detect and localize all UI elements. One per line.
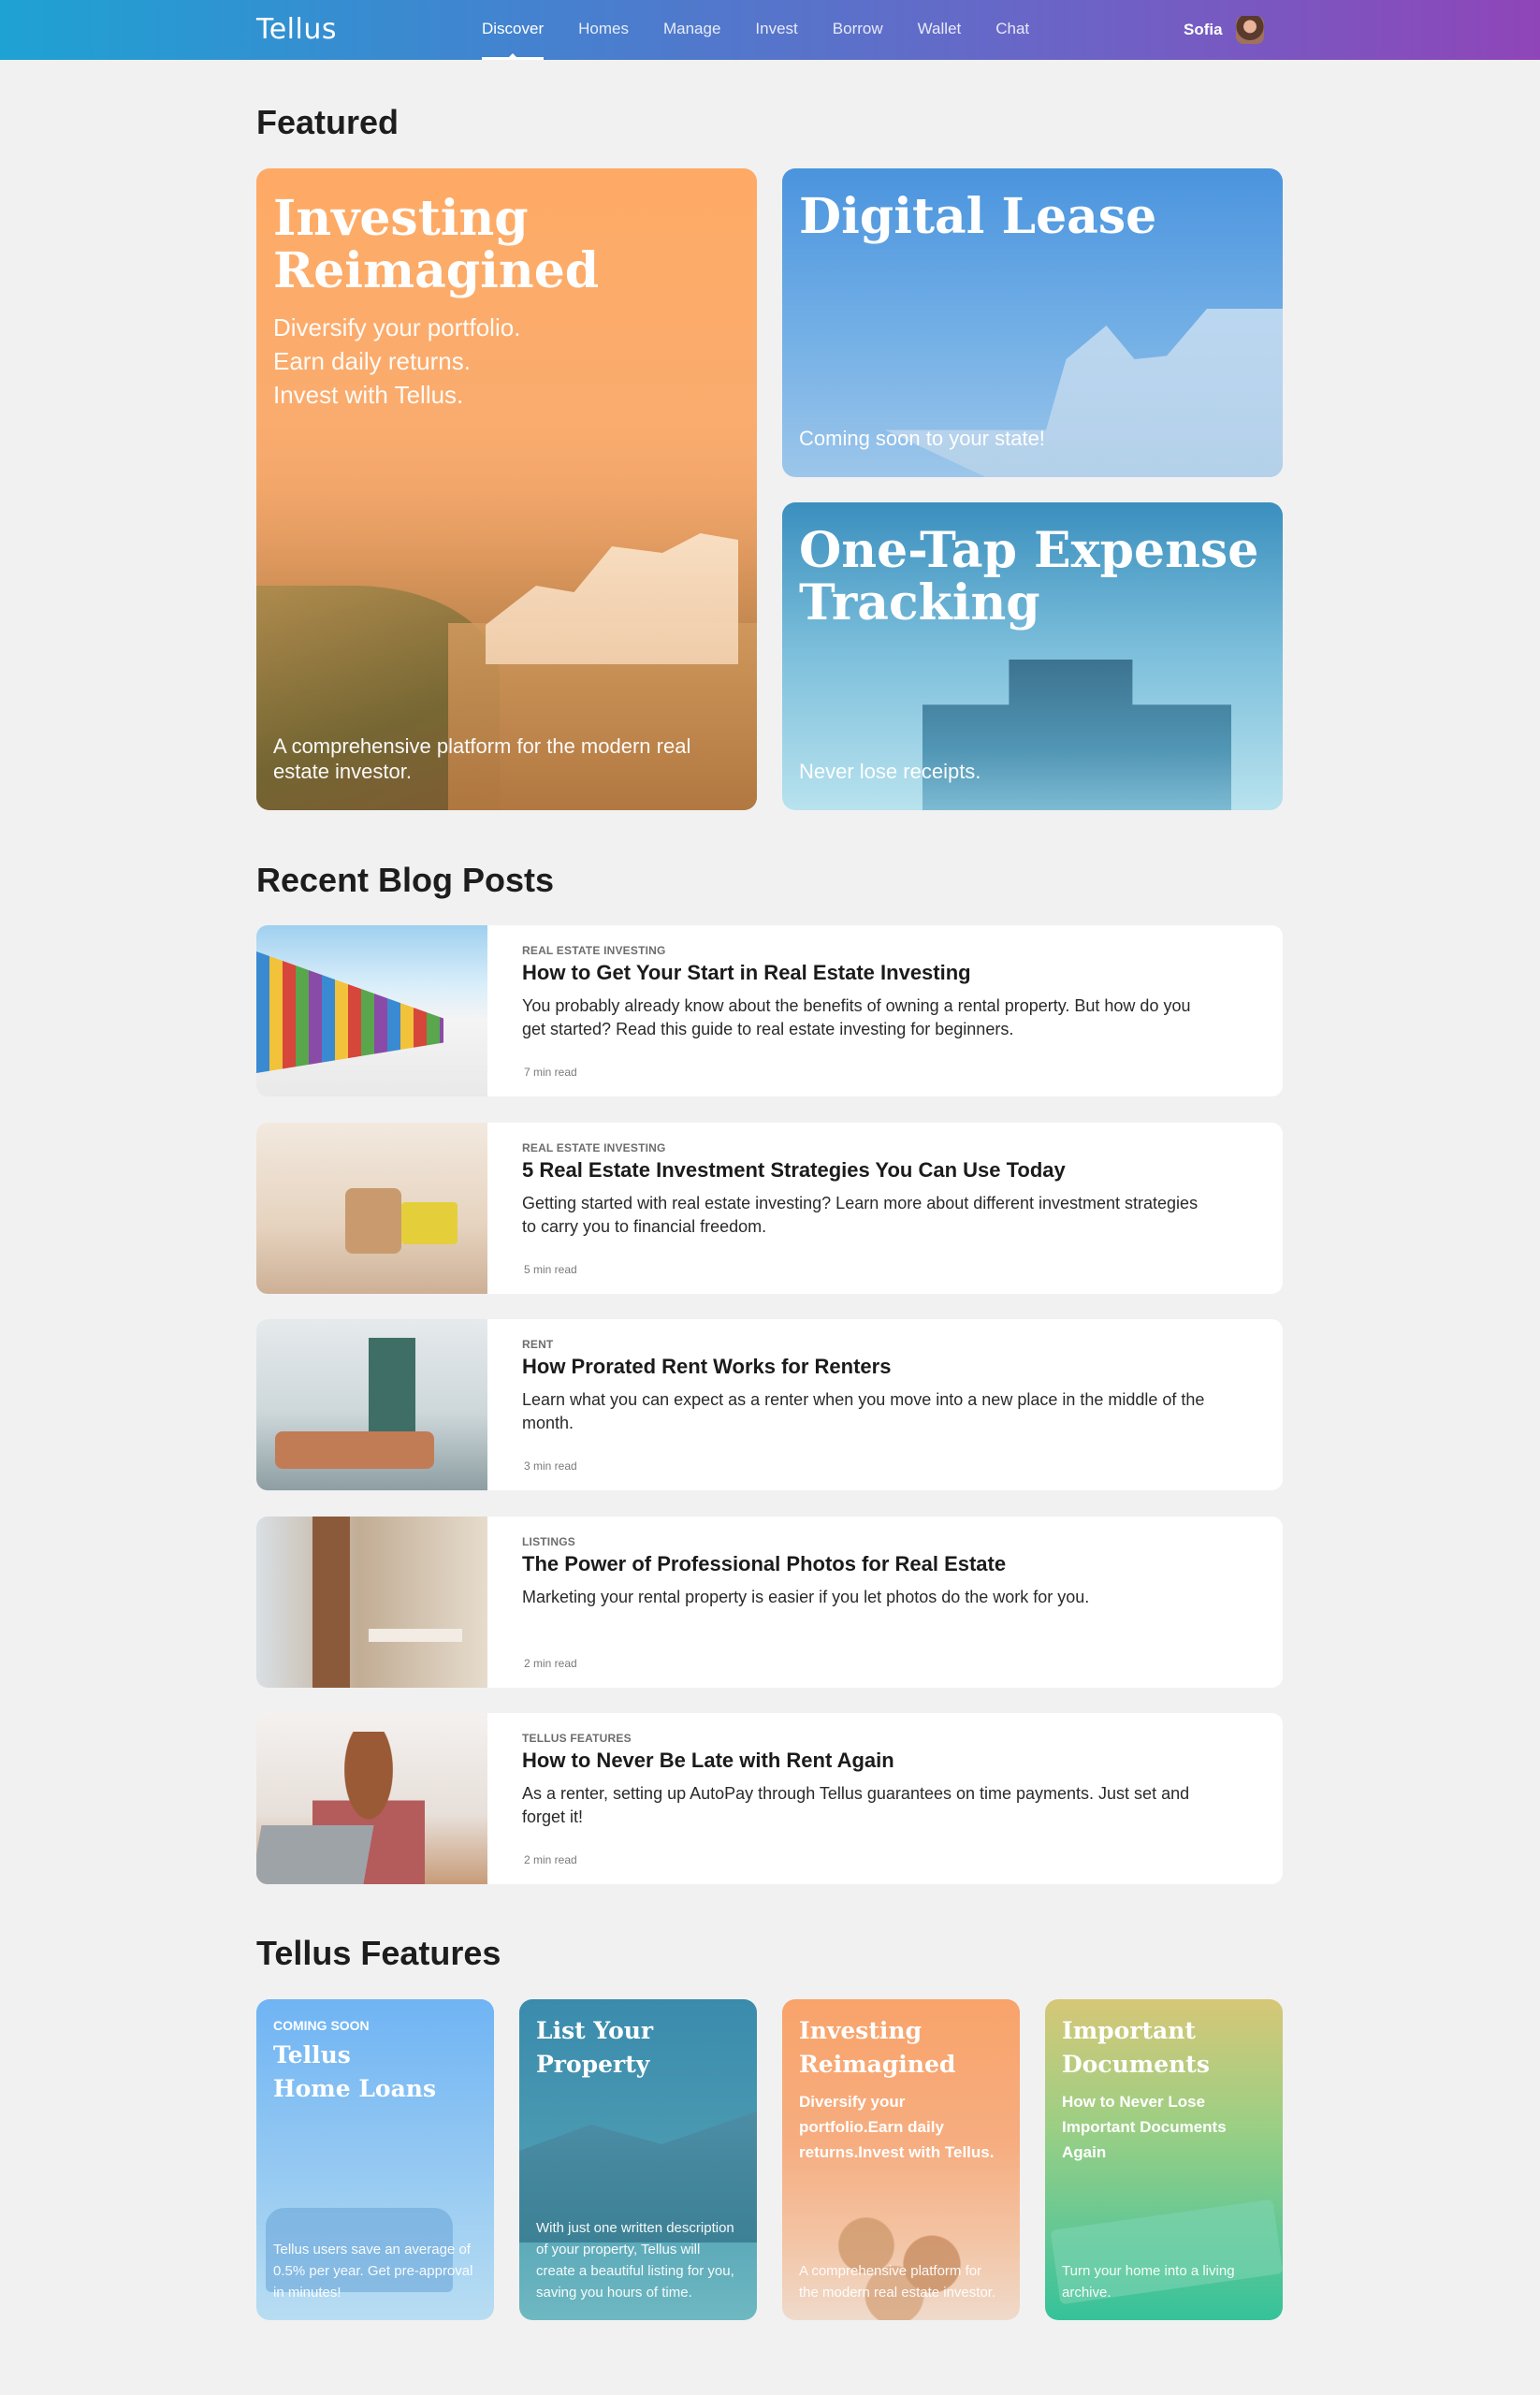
blog-post-card[interactable]: TELLUS FEATURES How to Never Be Late wit… [256,1713,1283,1884]
post-category: REAL ESTATE INVESTING [522,944,666,957]
card-footer: A comprehensive platform for the modern … [799,2263,996,2301]
beach-huts-image [256,951,443,1073]
card-footer: With just one written description of you… [536,2220,734,2301]
curtain-image [312,1517,350,1688]
blog-post-card[interactable]: LISTINGS The Power of Professional Photo… [256,1517,1283,1688]
feature-card-important-documents[interactable]: Important Documents How to Never Lose Im… [1045,1999,1283,2320]
dining-table-image [369,1629,462,1642]
card-title-line-1: List Your [536,2017,654,2044]
card-title: Digital Lease [799,188,1157,245]
post-description: As a renter, setting up AutoPay through … [522,1784,1190,1826]
receipt-printer-image [923,660,1231,810]
desk-image [401,1202,458,1244]
card-footer: Turn your home into a living archive. [1062,2263,1235,2301]
card-title-line-2: Documents [1062,2051,1210,2078]
card-title-line-1: Investing [799,2017,923,2044]
nav-discover[interactable]: Discover [482,0,545,60]
post-category: TELLUS FEATURES [522,1732,632,1745]
post-title[interactable]: How Prorated Rent Works for Renters [522,1355,891,1379]
post-title[interactable]: The Power of Professional Photos for Rea… [522,1552,1006,1576]
blog-heading: Recent Blog Posts [256,861,555,899]
post-read-time: 2 min read [524,1853,577,1866]
card-line-2: Earn daily returns. [273,347,471,375]
post-read-time: 3 min read [524,1459,577,1473]
post-read-time: 7 min read [524,1066,577,1079]
card-title: Investing Reimagined [273,190,600,299]
card-line-3: Invest with Tellus. [273,381,464,409]
nav-borrow[interactable]: Borrow [833,0,883,60]
post-description: Getting started with real estate investi… [522,1194,1199,1236]
card-title-line-1: Important [1062,2017,1196,2044]
card-title-line-2: Home Loans [273,2075,437,2102]
post-category: LISTINGS [522,1535,575,1548]
user-menu[interactable]: Sofia [1184,0,1264,60]
feature-card-home-loans[interactable]: COMING SOON Tellus Home Loans Tellus use… [256,1999,494,2320]
nav-invest[interactable]: Invest [755,0,797,60]
post-category: REAL ESTATE INVESTING [522,1141,666,1154]
card-title-line-1: Tellus [273,2041,351,2068]
villas-image [486,533,738,664]
featured-card-investing[interactable]: Investing Reimagined Diversify your port… [256,168,757,810]
card-title: One-Tap Expense Tracking [799,522,1259,631]
nav-wallet[interactable]: Wallet [918,0,962,60]
living-room-thumbnail [256,1123,487,1294]
laptop-image [256,1825,374,1884]
woman-at-desk-thumbnail [256,1713,487,1884]
post-description: Marketing your rental property is easier… [522,1588,1090,1606]
feature-card-list-property[interactable]: List Your Property With just one written… [519,1999,757,2320]
card-subtitle: How to Never Lose Important Documents Ag… [1062,2093,1227,2161]
tellus-logo[interactable]: Tellus [256,13,337,46]
sofa-image [275,1431,434,1469]
card-title-line-2: Reimagined [799,2051,956,2078]
user-avatar[interactable] [1235,16,1264,44]
card-footer: Tellus users save an average of 0.5% per… [273,2242,473,2301]
blog-post-card[interactable]: REAL ESTATE INVESTING How to Get Your St… [256,925,1283,1096]
card-line-1: Diversify your portfolio. [273,313,521,341]
user-name: Sofia [1184,21,1223,38]
featured-heading: Featured [256,103,400,141]
post-title[interactable]: How to Get Your Start in Real Estate Inv… [522,961,971,985]
post-read-time: 5 min read [524,1263,577,1276]
featured-card-expense-tracking[interactable]: One-Tap Expense Tracking Never lose rece… [782,502,1283,810]
card-footer: A comprehensive platform for the modern … [273,734,691,783]
top-navigation-bar: Tellus Discover Homes Manage Invest Borr… [0,0,1540,60]
building-image [885,309,1283,477]
featured-card-digital-lease[interactable]: Digital Lease Coming soon to your state! [782,168,1283,477]
card-footer: Never lose receipts. [799,760,981,783]
main-nav: Discover Homes Manage Invest Borrow Wall… [482,0,1064,60]
blog-post-card[interactable]: REAL ESTATE INVESTING 5 Real Estate Inve… [256,1123,1283,1294]
feature-card-investing[interactable]: Investing Reimagined Diversify your port… [782,1999,1020,2320]
apartment-interior-thumbnail [256,1319,487,1490]
post-category: RENT [522,1338,554,1351]
blog-post-card[interactable]: RENT How Prorated Rent Works for Renters… [256,1319,1283,1490]
nav-manage[interactable]: Manage [663,0,720,60]
nav-chat[interactable]: Chat [995,0,1029,60]
coming-soon-tag: COMING SOON [273,2018,370,2033]
nav-homes[interactable]: Homes [578,0,629,60]
post-read-time: 2 min read [524,1657,577,1670]
post-title[interactable]: How to Never Be Late with Rent Again [522,1749,894,1773]
post-description: Learn what you can expect as a renter wh… [522,1390,1205,1432]
armchair-image [345,1188,401,1254]
card-subtitle: Diversify your portfolio.Earn daily retu… [799,2093,995,2161]
card-footer: Coming soon to your state! [799,427,1045,450]
card-title-line-2: Property [536,2051,650,2078]
post-title[interactable]: 5 Real Estate Investment Strategies You … [522,1158,1066,1183]
beach-huts-thumbnail [256,925,487,1096]
post-description: You probably already know about the bene… [522,996,1191,1038]
dining-room-thumbnail [256,1517,487,1688]
features-heading: Tellus Features [256,1934,501,1972]
